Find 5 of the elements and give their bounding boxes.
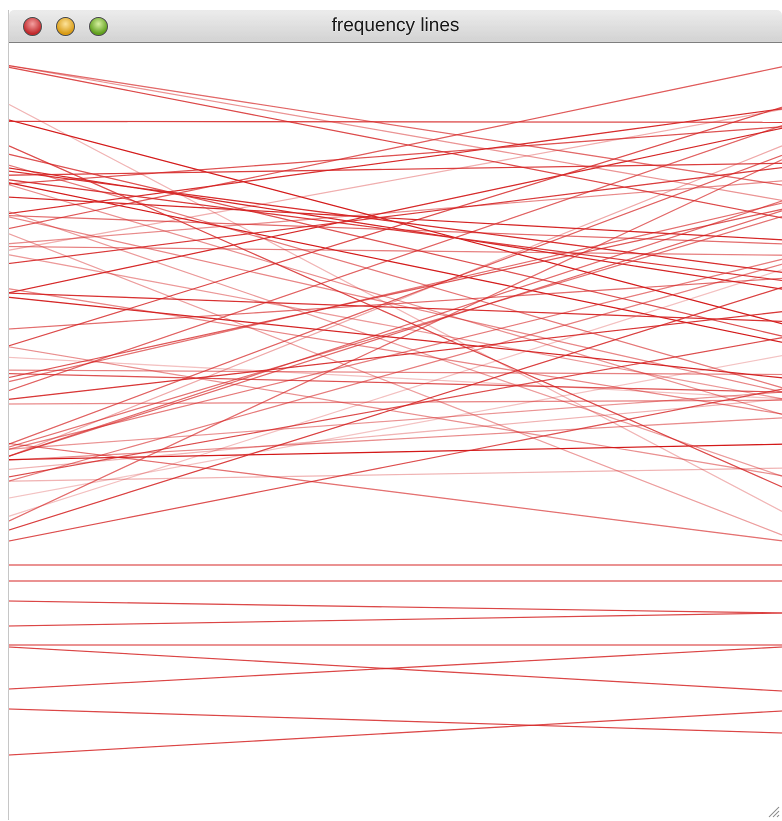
zoom-button[interactable] <box>89 16 108 36</box>
close-button[interactable] <box>23 16 42 36</box>
window-title: frequency lines <box>332 15 460 36</box>
minimize-button[interactable] <box>56 16 75 36</box>
resize-grip-icon[interactable] <box>766 804 780 818</box>
